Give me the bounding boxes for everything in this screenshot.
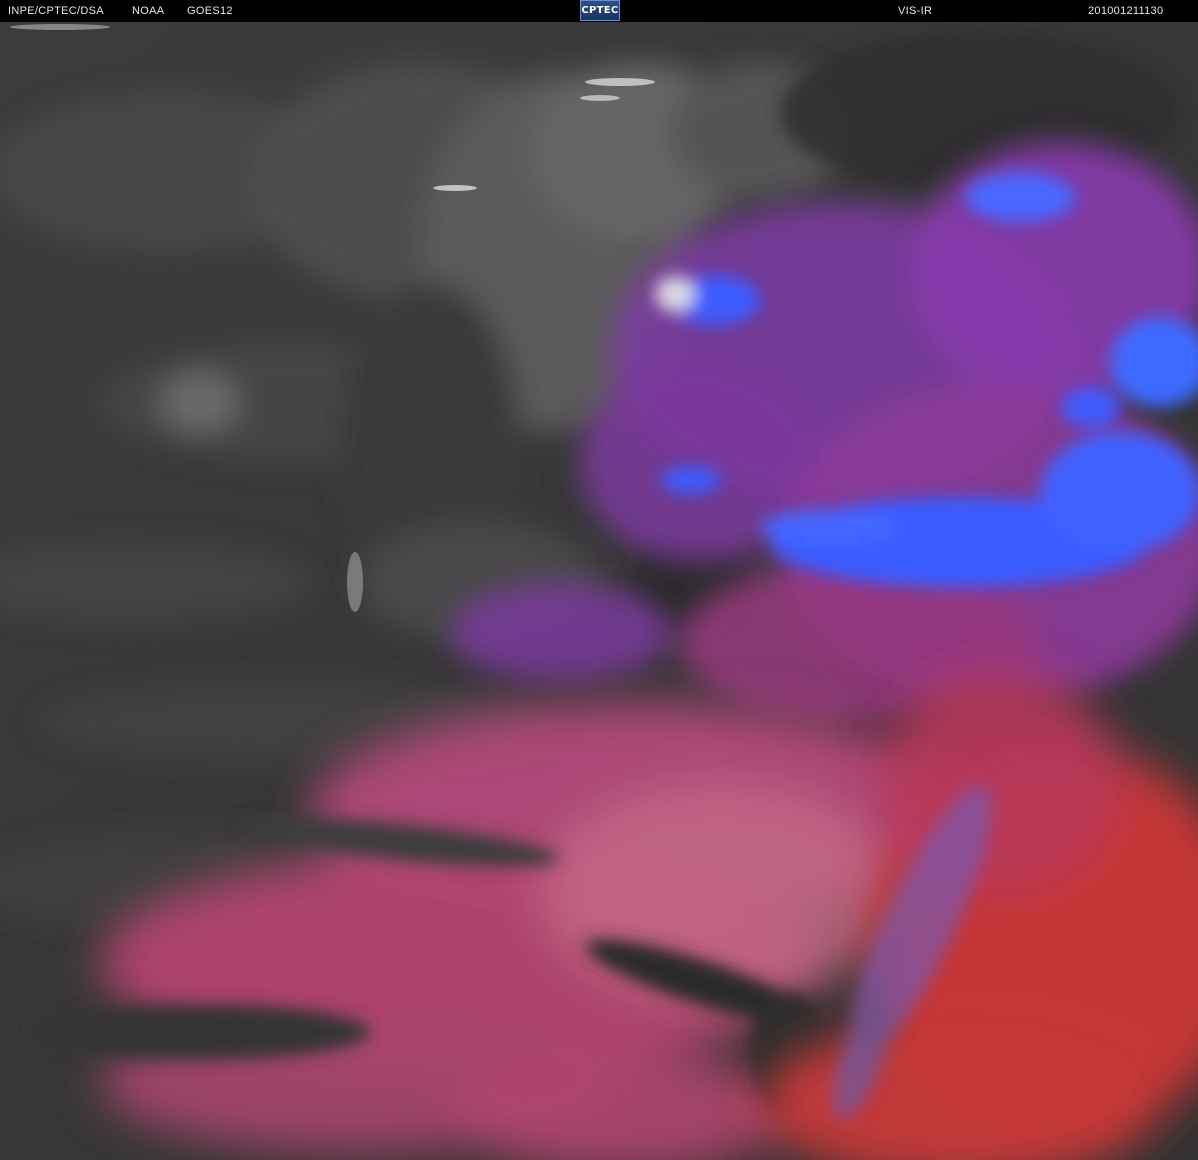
org-label: INPE/CPTEC/DSA [8,5,104,17]
satellite-composite [0,22,1198,1160]
timestamp-label: 201001211130 [1088,5,1164,17]
channel-label: VIS-IR [898,5,933,17]
satellite-image [0,22,1198,1160]
image-header: INPE/CPTEC/DSA NOAA GOES12 CPTEC VIS-IR … [0,0,1198,22]
agency-label: NOAA [132,5,165,17]
satellite-label: GOES12 [187,5,233,17]
cptec-logo: CPTEC [580,0,620,21]
